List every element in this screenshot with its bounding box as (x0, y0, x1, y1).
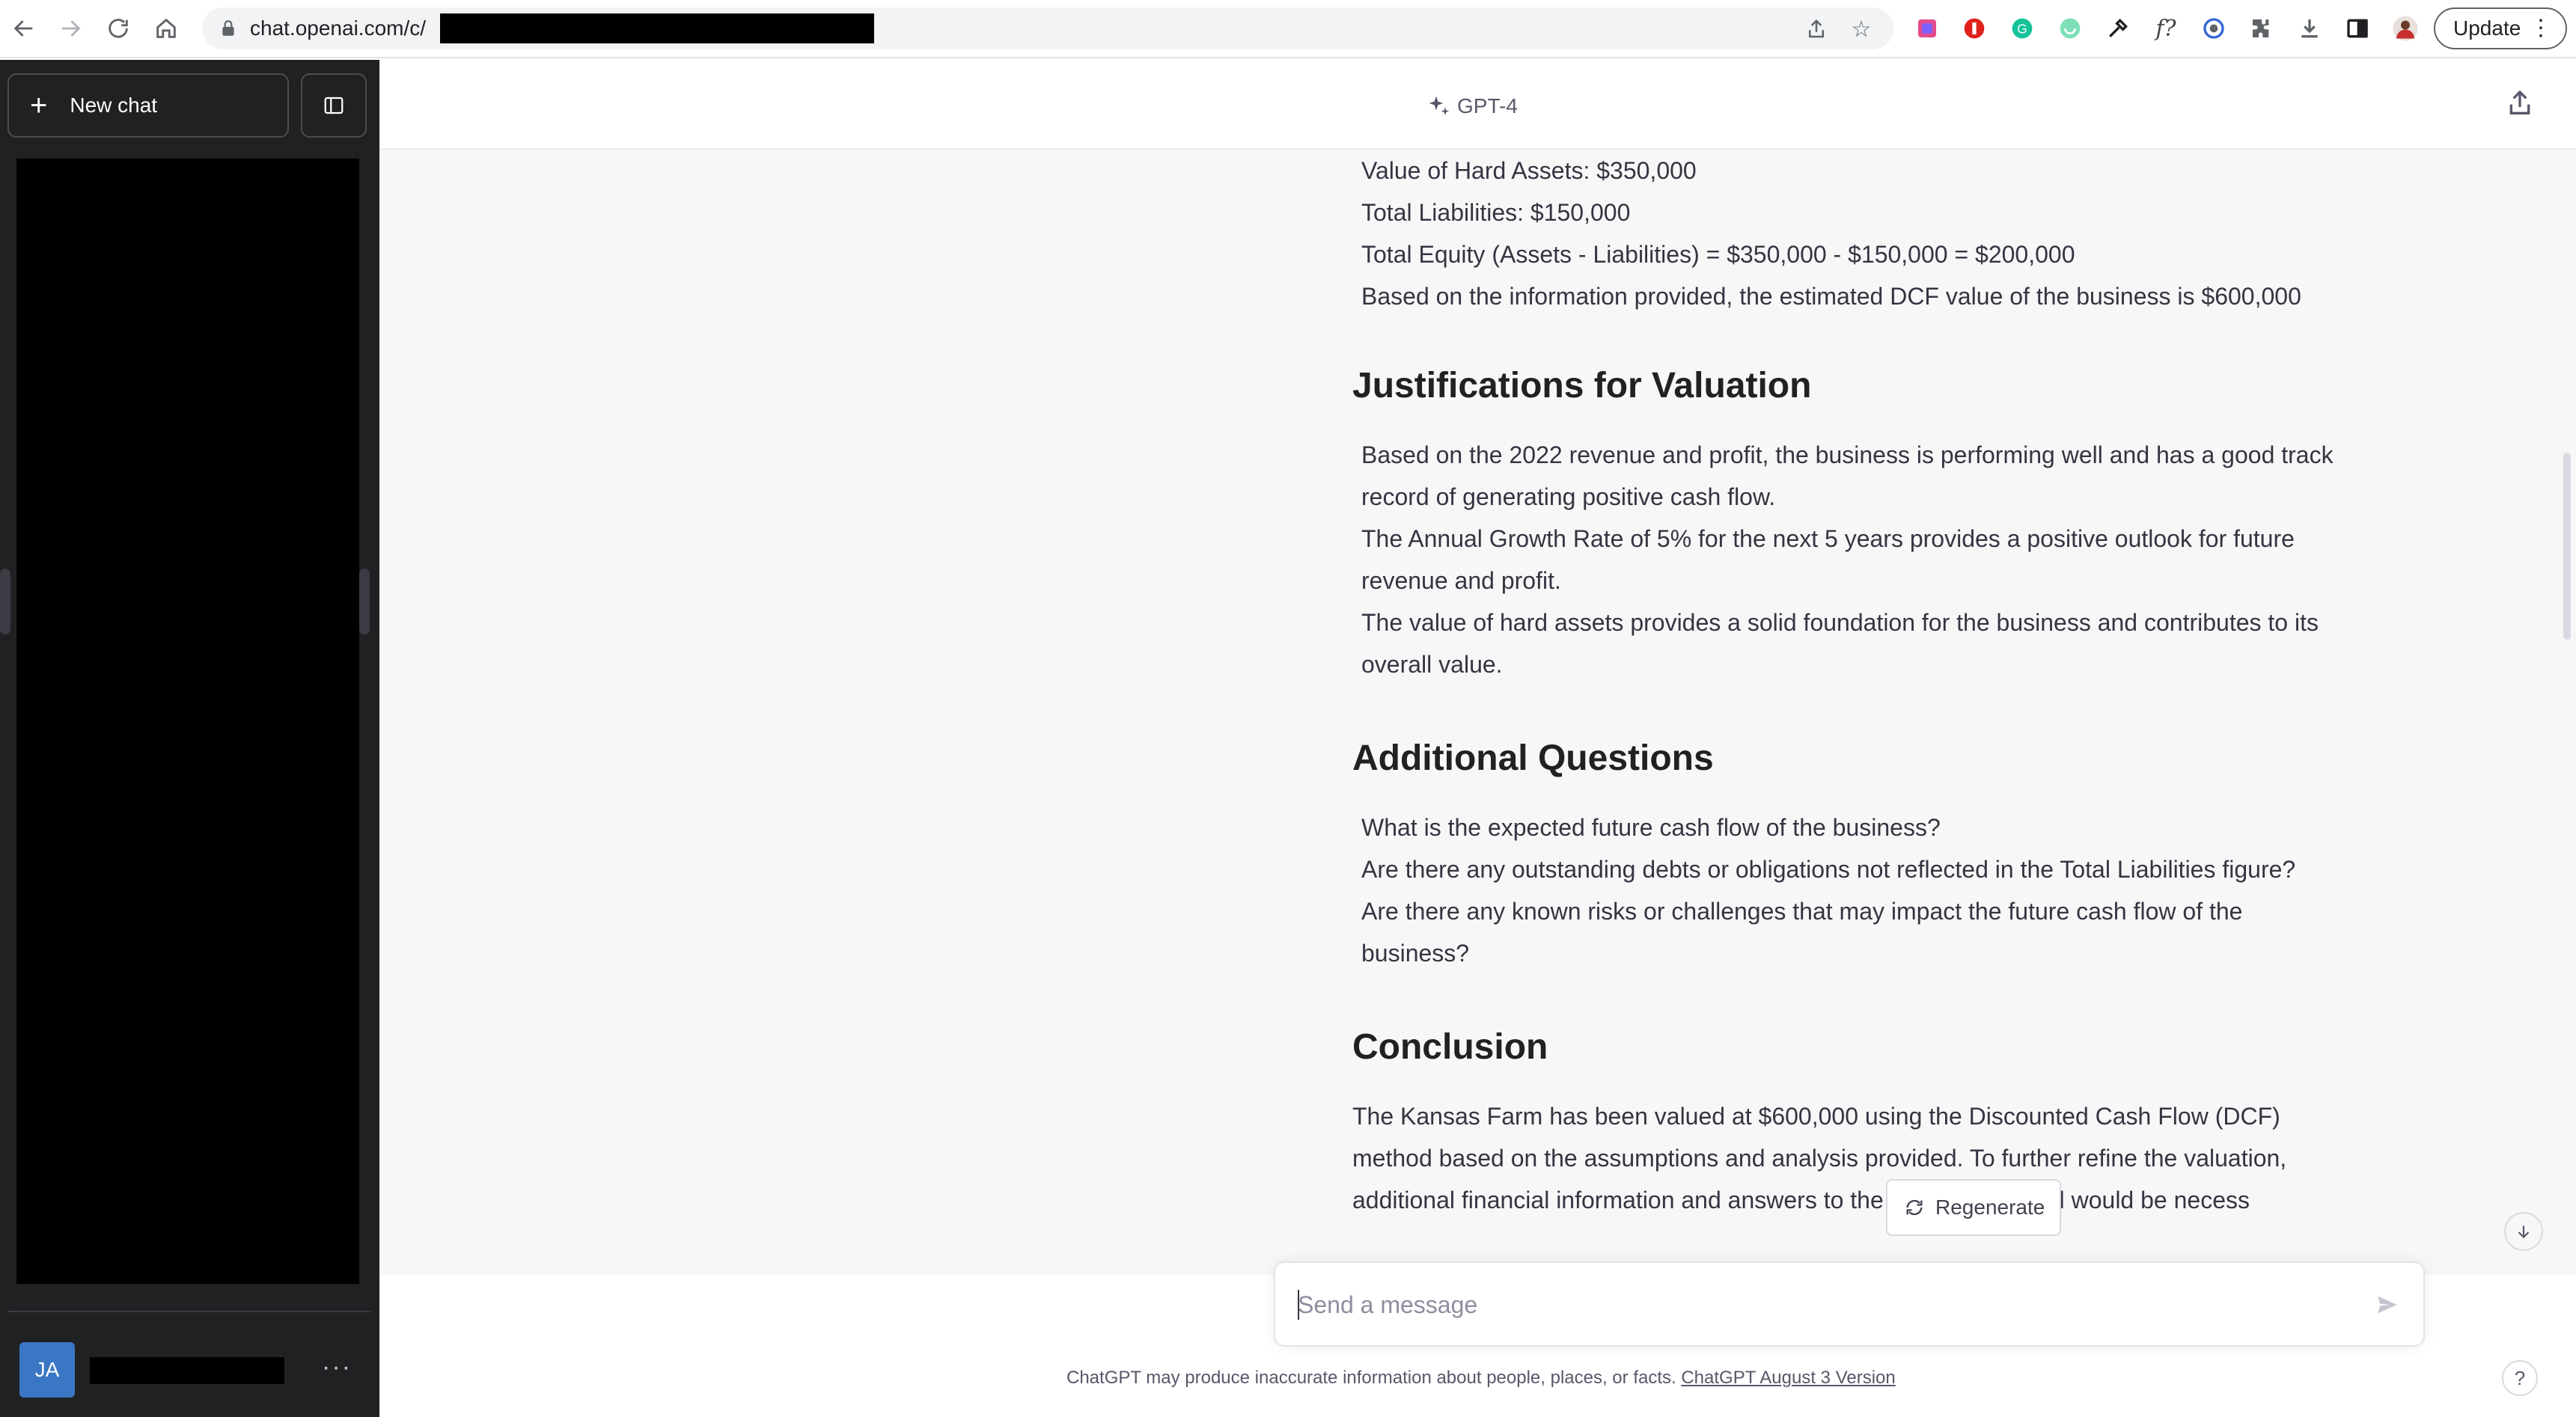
reload-icon[interactable] (100, 10, 136, 46)
sidebar-resize-handle[interactable] (359, 569, 370, 634)
plus-icon: + (30, 89, 48, 122)
text-cursor (1298, 1290, 1299, 1320)
list-item-text: What is the expected future cash flow of… (1361, 814, 1941, 841)
more-options-icon[interactable]: ··· (322, 1353, 352, 1382)
justifications-list: 1.Based on the 2022 revenue and profit, … (1352, 434, 2340, 685)
conclusion-text: The Kansas Farm has been valued at $600,… (1352, 1103, 2287, 1214)
list-item: 1.What is the expected future cash flow … (1352, 807, 2340, 848)
list-item: Value of Hard Assets: $350,000 (1352, 150, 2340, 192)
puzzle-icon[interactable] (2247, 13, 2277, 43)
download-icon[interactable] (2295, 13, 2325, 43)
new-chat-button[interactable]: + New chat (7, 73, 289, 138)
help-button[interactable]: ? (2502, 1360, 2538, 1396)
questions-heading: Additional Questions (1352, 738, 1714, 778)
version-link[interactable]: ChatGPT August 3 Version (1681, 1368, 1895, 1388)
adblock-icon[interactable] (1959, 13, 1989, 43)
list-item-text: Are there any known risks or challenges … (1361, 898, 2243, 967)
side-panel-icon[interactable] (2342, 13, 2372, 43)
share-chat-icon[interactable] (2505, 88, 2535, 118)
model-label: GPT-4 (1457, 94, 1518, 117)
address-bar[interactable]: chat.openai.com/c/ ☆ (202, 7, 1893, 49)
forward-icon[interactable] (52, 10, 88, 46)
list-item-text: Are there any outstanding debts or oblig… (1361, 856, 2296, 883)
browser-toolbar: chat.openai.com/c/ ☆ G f? Update ⋮ (0, 0, 2576, 58)
chat-history-redacted (16, 159, 359, 1284)
eyedropper-icon[interactable] (2103, 13, 2133, 43)
questions-list: 1.What is the expected future cash flow … (1352, 807, 2340, 974)
list-item-text: Based on the 2022 revenue and profit, th… (1361, 441, 2334, 510)
message-composer (1274, 1261, 2425, 1347)
list-item: 1.Based on the 2022 revenue and profit, … (1352, 434, 2340, 518)
chat-header: GPT-4 (379, 60, 2576, 150)
svg-text:G: G (2017, 22, 2027, 37)
list-item: Total Liabilities: $150,000 (1352, 192, 2340, 233)
main-panel: GPT-4 Value of Hard Assets: $350,000 Tot… (379, 60, 2576, 1417)
sidebar-divider (7, 1311, 371, 1312)
refresh-icon (1906, 1199, 1923, 1216)
regenerate-label: Regenerate (1935, 1196, 2045, 1219)
slides-icon[interactable] (1912, 13, 1942, 43)
browser-menu-icon[interactable]: ⋮ (2530, 15, 2552, 41)
bookmark-star-icon[interactable]: ☆ (1849, 16, 1874, 42)
summary-list: Value of Hard Assets: $350,000 Total Lia… (1352, 150, 2340, 317)
sidebar-toggle-icon (324, 97, 344, 114)
sparkle-icon (1429, 96, 1450, 115)
list-item: 2.The Annual Growth Rate of 5% for the n… (1352, 518, 2340, 602)
list-item: 2.Are there any outstanding debts or obl… (1352, 848, 2340, 890)
lock-icon (222, 20, 234, 36)
update-label: Update (2453, 16, 2521, 40)
share-page-icon[interactable] (1804, 16, 1829, 42)
list-item-text: The Annual Growth Rate of 5% for the nex… (1361, 525, 2295, 594)
list-item: 3.The value of hard assets provides a so… (1352, 602, 2340, 685)
back-icon[interactable] (6, 10, 42, 46)
model-selector[interactable]: GPT-4 (1427, 91, 1518, 121)
privacy-icon[interactable] (2199, 13, 2229, 43)
grammarly-icon[interactable]: G (2007, 13, 2037, 43)
sidebar-resize-handle[interactable] (0, 569, 10, 634)
url-text: chat.openai.com/c/ (250, 16, 427, 40)
user-name-redacted (90, 1357, 284, 1384)
list-item: Based on the information provided, the e… (1352, 275, 2340, 317)
assistant-message: Value of Hard Assets: $350,000 Total Lia… (1352, 150, 2340, 1290)
list-item: Total Equity (Assets - Liabilities) = $3… (1352, 233, 2340, 275)
message-input[interactable] (1298, 1284, 2331, 1326)
update-button[interactable]: Update ⋮ (2434, 7, 2567, 49)
formula-icon[interactable]: f? (2151, 13, 2181, 43)
list-item: 3.Are there any known risks or challenge… (1352, 890, 2340, 974)
arrow-down-icon (2518, 1225, 2530, 1239)
hide-sidebar-button[interactable] (301, 73, 367, 138)
redacted-url-segment (440, 13, 874, 43)
list-item-text: The value of hard assets provides a soli… (1361, 609, 2319, 678)
new-chat-label: New chat (70, 94, 158, 117)
refresh-circle-icon[interactable] (2055, 13, 2085, 43)
justifications-heading: Justifications for Valuation (1352, 366, 1812, 405)
scroll-to-bottom-button[interactable] (2504, 1212, 2543, 1251)
conclusion-heading: Conclusion (1352, 1027, 1548, 1067)
avatar[interactable]: JA (19, 1342, 75, 1398)
scrollbar[interactable] (2563, 453, 2571, 640)
disclaimer-text: ChatGPT may produce inaccurate informati… (1066, 1368, 1676, 1388)
footer-disclaimer: ChatGPT may produce inaccurate informati… (1066, 1368, 1965, 1389)
send-icon (2378, 1296, 2397, 1314)
home-icon[interactable] (148, 10, 184, 46)
sidebar: + New chat JA ··· (0, 60, 379, 1417)
regenerate-button[interactable]: Regenerate (1886, 1179, 2061, 1236)
profile-avatar-icon[interactable] (2390, 13, 2420, 43)
send-button[interactable] (2368, 1285, 2407, 1324)
